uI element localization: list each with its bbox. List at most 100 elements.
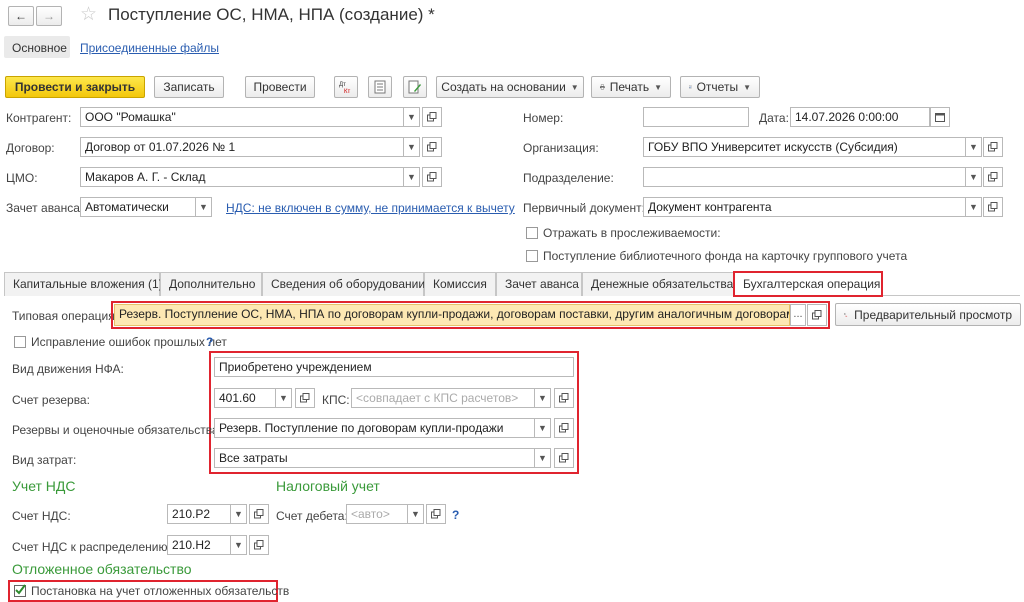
cmo-dropdown[interactable]: ▼ [404,167,420,187]
trace-label: Отражать в прослеживаемости: [543,226,721,240]
vat-link[interactable]: НДС: не включен в сумму, не принимается … [226,201,515,215]
vat-distribution-field[interactable]: 210.Н2 [167,535,231,555]
vat-account-open-button[interactable] [249,504,269,524]
org-field[interactable]: ГОБУ ВПО Университет искусств (Субсидия) [643,137,966,157]
preview-button[interactable]: Дт Кт Предварительный просмотр [835,303,1021,326]
report-icon [689,85,692,89]
cost-type-open-button[interactable] [554,448,574,468]
cmo-open-button[interactable] [422,167,442,187]
back-button[interactable]: ← [8,6,34,26]
dt-kt-icon: ДтКт [844,313,848,317]
reserves-label: Резервы и оценочные обязательства: [12,423,222,437]
svg-text:Дт: Дт [844,313,846,315]
forward-button[interactable]: → [36,6,62,26]
counterparty-dropdown[interactable]: ▼ [404,107,420,127]
primary-doc-field[interactable]: Документ контрагента [643,197,966,217]
contract-dropdown[interactable]: ▼ [404,137,420,157]
reports-button[interactable]: Отчеты ▼ [680,76,760,98]
open-icon [988,202,998,212]
calendar-button[interactable] [930,107,950,127]
cost-type-field[interactable]: Все затраты [214,448,535,468]
debit-account-dropdown[interactable]: ▼ [408,504,424,524]
vat-distribution-open-button[interactable] [249,535,269,555]
reserves-field[interactable]: Резерв. Поступление по договорам купли-п… [214,418,535,438]
reserve-account-open-button[interactable] [295,388,315,408]
trace-checkbox[interactable] [526,227,538,239]
document-icon [374,80,386,94]
tab-equipment-info[interactable]: Сведения об оборудовании [262,272,425,296]
reserves-dropdown[interactable]: ▼ [535,418,551,438]
post-button[interactable]: Провести [245,76,315,98]
tab-attached-files[interactable]: Присоединенные файлы [80,41,219,55]
tab-capital-investments[interactable]: Капитальные вложения (1) [4,272,163,296]
kps-open-button[interactable] [554,388,574,408]
dept-label: Подразделение: [523,171,614,185]
advance-dropdown[interactable]: ▼ [196,197,212,217]
edit-document-button[interactable] [403,76,427,98]
tab-additional[interactable]: Дополнительно [160,272,262,296]
dt-kt-icon: ДтКт [339,82,350,94]
dt-kt-button[interactable]: Дт Кт [334,76,358,98]
contract-field[interactable]: Договор от 01.07.2026 № 1 [80,137,404,157]
primary-doc-open-button[interactable] [983,197,1003,217]
counterparty-open-button[interactable] [422,107,442,127]
fix-errors-checkbox[interactable] [14,336,26,348]
cmo-label: ЦМО: [6,171,38,185]
deferred-checkbox[interactable] [14,584,26,597]
print-button[interactable]: Печать ▼ [591,76,671,98]
reserves-open-button[interactable] [554,418,574,438]
open-icon [254,509,264,519]
favorite-star-icon[interactable]: ☆ [80,3,97,26]
chevron-down-icon: ▼ [654,82,662,92]
dept-open-button[interactable] [983,167,1003,187]
org-open-button[interactable] [983,137,1003,157]
vat-distribution-dropdown[interactable]: ▼ [231,535,247,555]
typical-operation-highlight [111,301,830,329]
kps-dropdown[interactable]: ▼ [535,388,551,408]
contract-open-button[interactable] [422,137,442,157]
tab-commission[interactable]: Комиссия [424,272,496,296]
vat-distribution-label: Счет НДС к распределению: [12,540,171,554]
nfa-movement-field[interactable]: Приобретено учреждением [214,357,574,377]
debit-account-open-button[interactable] [426,504,446,524]
edit-icon [408,80,421,94]
post-and-close-button[interactable]: Провести и закрыть [5,76,145,98]
date-field[interactable]: 14.07.2026 0:00:00 [790,107,930,127]
deferred-heading: Отложенное обязательство [12,561,192,577]
tab-monetary-obligations[interactable]: Денежные обязательства [582,272,734,296]
debit-account-field[interactable]: <авто> [346,504,408,524]
open-icon [559,393,569,403]
typical-operation-label: Типовая операция: [12,309,119,323]
dept-field[interactable] [643,167,966,187]
debit-account-label: Счет дебета: [276,509,348,523]
advance-field[interactable]: Автоматически [80,197,196,217]
deferred-label: Постановка на учет отложенных обязательс… [31,584,290,598]
debit-help-icon[interactable]: ? [452,508,459,522]
kps-field[interactable]: <совпадает с КПС расчетов> [351,388,535,408]
library-label: Поступление библиотечного фонда на карто… [543,249,908,263]
reserve-account-dropdown[interactable]: ▼ [276,388,292,408]
calendar-icon [935,113,945,122]
org-dropdown[interactable]: ▼ [966,137,982,157]
tax-heading: Налоговый учет [276,478,380,494]
library-checkbox[interactable] [526,250,538,262]
number-field[interactable] [643,107,749,127]
svg-text:Кт: Кт [845,315,847,317]
cmo-field[interactable]: Макаров А. Г. - Склад [80,167,404,187]
create-based-on-button[interactable]: Создать на основании ▼ [436,76,584,98]
cost-type-label: Вид затрат: [12,453,77,467]
dept-dropdown[interactable]: ▼ [966,167,982,187]
primary-doc-dropdown[interactable]: ▼ [966,197,982,217]
save-button[interactable]: Записать [154,76,224,98]
reserve-account-field[interactable]: 401.60 [214,388,276,408]
primary-doc-label: Первичный документ: [523,201,645,215]
tab-advance[interactable]: Зачет аванса [496,272,582,296]
open-icon [300,393,310,403]
open-icon [559,423,569,433]
counterparty-field[interactable]: ООО "Ромашка" [80,107,404,127]
document-list-button[interactable] [368,76,392,98]
vat-account-field[interactable]: 210.Р2 [167,504,231,524]
help-icon[interactable]: ? [206,335,213,349]
cost-type-dropdown[interactable]: ▼ [535,448,551,468]
vat-account-dropdown[interactable]: ▼ [231,504,247,524]
